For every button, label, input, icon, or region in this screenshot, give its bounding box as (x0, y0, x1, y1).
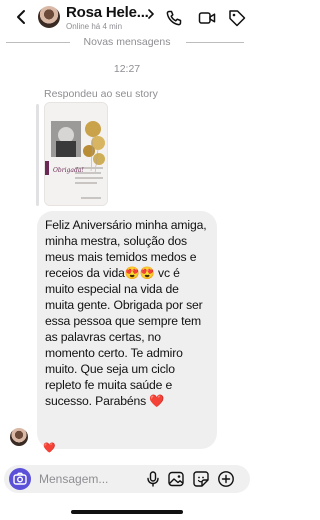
contact-avatar[interactable] (38, 6, 60, 28)
tag-icon[interactable] (228, 9, 246, 27)
new-messages-divider: Novas mensagens (0, 36, 254, 50)
message-text: Feliz Aniversário minha amiga, minha mes… (45, 218, 207, 408)
message-timestamp: 12:27 (113, 63, 141, 75)
online-status: Online há 4 min (66, 22, 123, 31)
story-reply-label: Respondeu ao seu story (44, 88, 158, 100)
add-plus-icon[interactable] (217, 470, 235, 488)
message-bubble[interactable]: Feliz Aniversário minha amiga, minha mes… (37, 211, 217, 449)
gallery-icon[interactable] (167, 470, 185, 488)
home-indicator[interactable] (71, 510, 183, 514)
chevron-right-icon[interactable] (147, 9, 155, 19)
story-caption: Obrigada! (53, 167, 84, 174)
heart-reaction[interactable]: ❤️ (43, 443, 55, 454)
microphone-icon[interactable] (144, 470, 162, 488)
story-thumbnail[interactable]: Obrigada! (44, 102, 108, 206)
sticker-icon[interactable] (192, 470, 210, 488)
phone-call-icon[interactable] (165, 9, 183, 27)
back-arrow-icon[interactable] (14, 9, 28, 25)
camera-icon (13, 472, 27, 485)
video-call-icon[interactable] (198, 9, 216, 27)
message-composer: Mensagem... (4, 465, 250, 493)
story-preview-image (45, 103, 107, 205)
sender-avatar[interactable] (10, 428, 28, 446)
camera-button[interactable] (9, 468, 31, 490)
chat-header: Rosa Hele... Online há 4 min (0, 0, 254, 36)
contact-name[interactable]: Rosa Hele... (66, 4, 149, 21)
story-reply-bar (36, 104, 39, 206)
divider-line-right (186, 42, 244, 43)
message-input[interactable]: Mensagem... (39, 472, 108, 486)
